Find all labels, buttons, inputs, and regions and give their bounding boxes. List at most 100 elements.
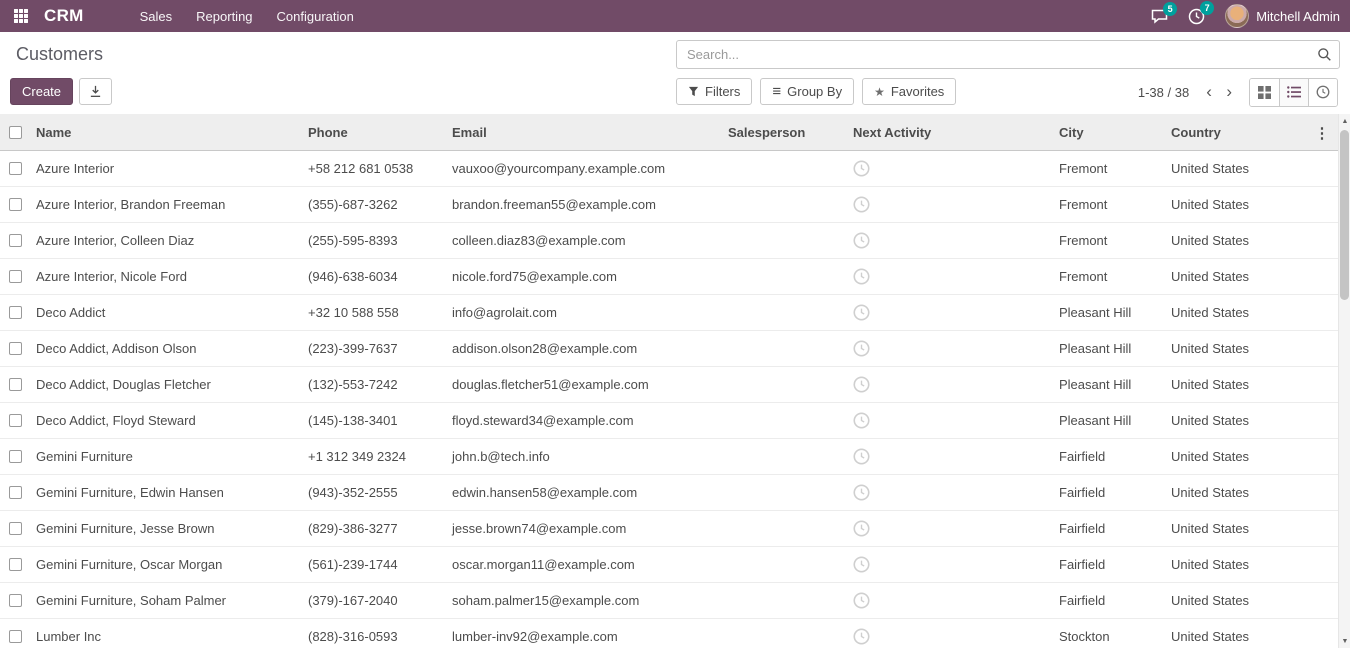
activity-clock-icon[interactable] [853, 232, 870, 249]
table-row[interactable]: Azure Interior, Nicole Ford (946)-638-60… [0, 259, 1338, 295]
table-row[interactable]: Deco Addict, Douglas Fletcher (132)-553-… [0, 367, 1338, 403]
activity-clock-icon[interactable] [853, 340, 870, 357]
row-checkbox[interactable] [9, 450, 22, 463]
pager-previous-button[interactable]: ‹ [1201, 83, 1217, 100]
activity-clock-icon[interactable] [853, 412, 870, 429]
filters-label: Filters [705, 84, 740, 99]
table-row[interactable]: Gemini Furniture, Oscar Morgan (561)-239… [0, 547, 1338, 583]
table-row[interactable]: Azure Interior +58 212 681 0538 vauxoo@y… [0, 151, 1338, 187]
row-checkbox[interactable] [9, 270, 22, 283]
scrollbar-thumb[interactable] [1340, 130, 1349, 300]
table-row[interactable]: Deco Addict, Floyd Steward (145)-138-340… [0, 403, 1338, 439]
row-checkbox[interactable] [9, 234, 22, 247]
activity-clock-icon[interactable] [853, 304, 870, 321]
row-checkbox[interactable] [9, 522, 22, 535]
subheader: Customers [0, 32, 1350, 76]
table-row[interactable]: Gemini Furniture, Jesse Brown (829)-386-… [0, 511, 1338, 547]
user-menu[interactable]: Mitchell Admin [1225, 4, 1340, 28]
export-button[interactable] [79, 78, 112, 105]
cell-next-activity [847, 376, 1053, 393]
activity-clock-icon[interactable] [853, 628, 870, 645]
cell-email: edwin.hansen58@example.com [446, 485, 722, 500]
header-checkbox-cell [0, 126, 30, 139]
cell-phone: (355)-687-3262 [302, 197, 446, 212]
header-next-activity[interactable]: Next Activity [847, 125, 1053, 140]
favorites-button[interactable]: ★ Favorites [862, 78, 956, 105]
row-checkbox[interactable] [9, 378, 22, 391]
control-bar: Create Filters ≡ Group By ★ Favorites 1-… [0, 76, 1350, 114]
row-checkbox[interactable] [9, 342, 22, 355]
group-by-icon: ≡ [772, 84, 781, 99]
cell-email: oscar.morgan11@example.com [446, 557, 722, 572]
list-view-button[interactable] [1279, 79, 1308, 106]
table-row[interactable]: Azure Interior, Brandon Freeman (355)-68… [0, 187, 1338, 223]
menu-configuration[interactable]: Configuration [275, 1, 356, 32]
control-left: Create [10, 78, 112, 105]
table-row[interactable]: Gemini Furniture, Edwin Hansen (943)-352… [0, 475, 1338, 511]
activity-clock-icon[interactable] [853, 520, 870, 537]
pager-next-button[interactable]: › [1221, 83, 1237, 100]
search-icon[interactable] [1317, 47, 1332, 67]
cell-phone: (946)-638-6034 [302, 269, 446, 284]
header-email[interactable]: Email [446, 125, 722, 140]
activity-clock-icon[interactable] [853, 556, 870, 573]
row-checkbox-cell [0, 594, 30, 607]
user-name: Mitchell Admin [1256, 9, 1340, 24]
activity-clock-icon[interactable] [853, 196, 870, 213]
header-city[interactable]: City [1053, 125, 1165, 140]
scrollbar-up-arrow[interactable]: ▲ [1339, 114, 1350, 128]
select-all-checkbox[interactable] [9, 126, 22, 139]
row-checkbox[interactable] [9, 414, 22, 427]
cell-next-activity [847, 520, 1053, 537]
row-checkbox[interactable] [9, 162, 22, 175]
activity-clock-icon[interactable] [853, 268, 870, 285]
header-name[interactable]: Name [30, 125, 302, 140]
search-input[interactable] [676, 40, 1340, 69]
cell-country: United States [1165, 449, 1338, 464]
activity-view-button[interactable] [1308, 79, 1337, 106]
messages-button[interactable]: 5 [1151, 9, 1168, 24]
row-checkbox[interactable] [9, 306, 22, 319]
cell-phone: +58 212 681 0538 [302, 161, 446, 176]
row-checkbox[interactable] [9, 198, 22, 211]
column-options-button[interactable]: ⋮ [1312, 114, 1332, 151]
table-row[interactable]: Deco Addict, Addison Olson (223)-399-763… [0, 331, 1338, 367]
table-row[interactable]: Gemini Furniture +1 312 349 2324 john.b@… [0, 439, 1338, 475]
activity-clock-icon[interactable] [853, 592, 870, 609]
row-checkbox[interactable] [9, 486, 22, 499]
group-by-button[interactable]: ≡ Group By [760, 78, 854, 105]
apps-menu-icon[interactable] [10, 5, 32, 27]
app-title[interactable]: CRM [44, 6, 84, 26]
activity-clock-icon[interactable] [853, 376, 870, 393]
table-row[interactable]: Lumber Inc (828)-316-0593 lumber-inv92@e… [0, 619, 1338, 648]
table-row[interactable]: Gemini Furniture, Soham Palmer (379)-167… [0, 583, 1338, 619]
activities-button[interactable]: 7 [1188, 8, 1205, 25]
activity-clock-icon[interactable] [853, 484, 870, 501]
kanban-view-button[interactable] [1250, 79, 1279, 106]
menu-sales[interactable]: Sales [138, 1, 175, 32]
vertical-scrollbar[interactable]: ▲ ▼ [1338, 114, 1350, 648]
row-checkbox-cell [0, 234, 30, 247]
row-checkbox[interactable] [9, 594, 22, 607]
cell-name: Deco Addict, Floyd Steward [30, 413, 302, 428]
cell-email: jesse.brown74@example.com [446, 521, 722, 536]
scrollbar-down-arrow[interactable]: ▼ [1339, 634, 1350, 648]
cell-city: Fairfield [1053, 557, 1165, 572]
row-checkbox-cell [0, 630, 30, 643]
filters-button[interactable]: Filters [676, 78, 752, 105]
activity-clock-icon[interactable] [853, 160, 870, 177]
header-phone[interactable]: Phone [302, 125, 446, 140]
menu-reporting[interactable]: Reporting [194, 1, 254, 32]
header-salesperson[interactable]: Salesperson [722, 125, 847, 140]
activity-clock-icon[interactable] [853, 448, 870, 465]
row-checkbox[interactable] [9, 630, 22, 643]
table-header-row: Name Phone Email Salesperson Next Activi… [0, 114, 1338, 151]
cell-phone: (379)-167-2040 [302, 593, 446, 608]
star-icon: ★ [874, 85, 885, 99]
row-checkbox[interactable] [9, 558, 22, 571]
activities-badge: 7 [1200, 1, 1214, 15]
table-row[interactable]: Azure Interior, Colleen Diaz (255)-595-8… [0, 223, 1338, 259]
create-button[interactable]: Create [10, 78, 73, 105]
table-row[interactable]: Deco Addict +32 10 588 558 info@agrolait… [0, 295, 1338, 331]
cell-name: Lumber Inc [30, 629, 302, 644]
